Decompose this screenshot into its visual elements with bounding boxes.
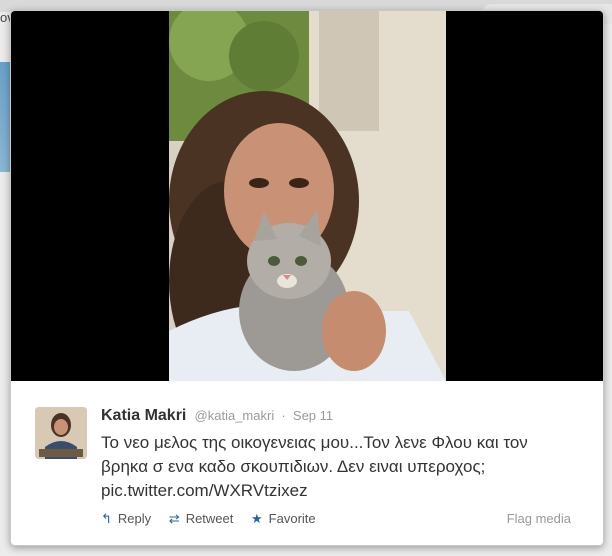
background-thumbnail bbox=[0, 62, 10, 172]
reply-icon: ↰ bbox=[101, 511, 112, 526]
flag-media-link[interactable]: Flag media bbox=[507, 511, 571, 526]
retweet-label: Retweet bbox=[185, 511, 234, 526]
avatar-image bbox=[35, 407, 87, 459]
favorite-button[interactable]: ★ Favorite bbox=[251, 511, 316, 527]
favorite-label: Favorite bbox=[268, 511, 316, 526]
reply-label: Reply bbox=[117, 511, 152, 526]
avatar[interactable] bbox=[35, 407, 87, 459]
media-modal: Katia Makri @katia_makri · Sep 11 Το νεο… bbox=[10, 10, 604, 546]
tweet-text-line: Το νεο μελος της οικογενειας μου...Τον λ… bbox=[101, 433, 528, 452]
author-name[interactable]: Katia Makri bbox=[101, 407, 186, 424]
timestamp-link[interactable]: Sep 11 bbox=[293, 408, 333, 423]
retweet-icon: ⇄ bbox=[168, 511, 180, 526]
reply-button[interactable]: ↰ Reply bbox=[101, 511, 151, 527]
author-handle[interactable]: @katia_makri bbox=[195, 408, 275, 423]
tweet-text-line: βρηκα σ ενα καδο σκουπιδιων. Δεν ειναι υ… bbox=[101, 457, 486, 476]
separator: · bbox=[281, 408, 286, 423]
photo-illustration bbox=[169, 11, 446, 381]
retweet-button[interactable]: ⇄ Retweet bbox=[169, 511, 234, 527]
star-icon: ★ bbox=[251, 511, 263, 526]
tweet-header: Katia Makri @katia_makri · Sep 11 bbox=[101, 407, 333, 425]
tweet-media-link[interactable]: pic.twitter.com/WXRVtzixez bbox=[101, 479, 571, 503]
tweet-photo[interactable] bbox=[169, 11, 446, 381]
tweet-details: Katia Makri @katia_makri · Sep 11 Το νεο… bbox=[11, 381, 603, 545]
tweet-actions: ↰ Reply ⇄ Retweet ★ Favorite bbox=[101, 511, 330, 527]
tweet-text: Το νεο μελος της οικογενειας μου...Τον λ… bbox=[101, 431, 571, 503]
media-viewer[interactable] bbox=[11, 11, 603, 381]
